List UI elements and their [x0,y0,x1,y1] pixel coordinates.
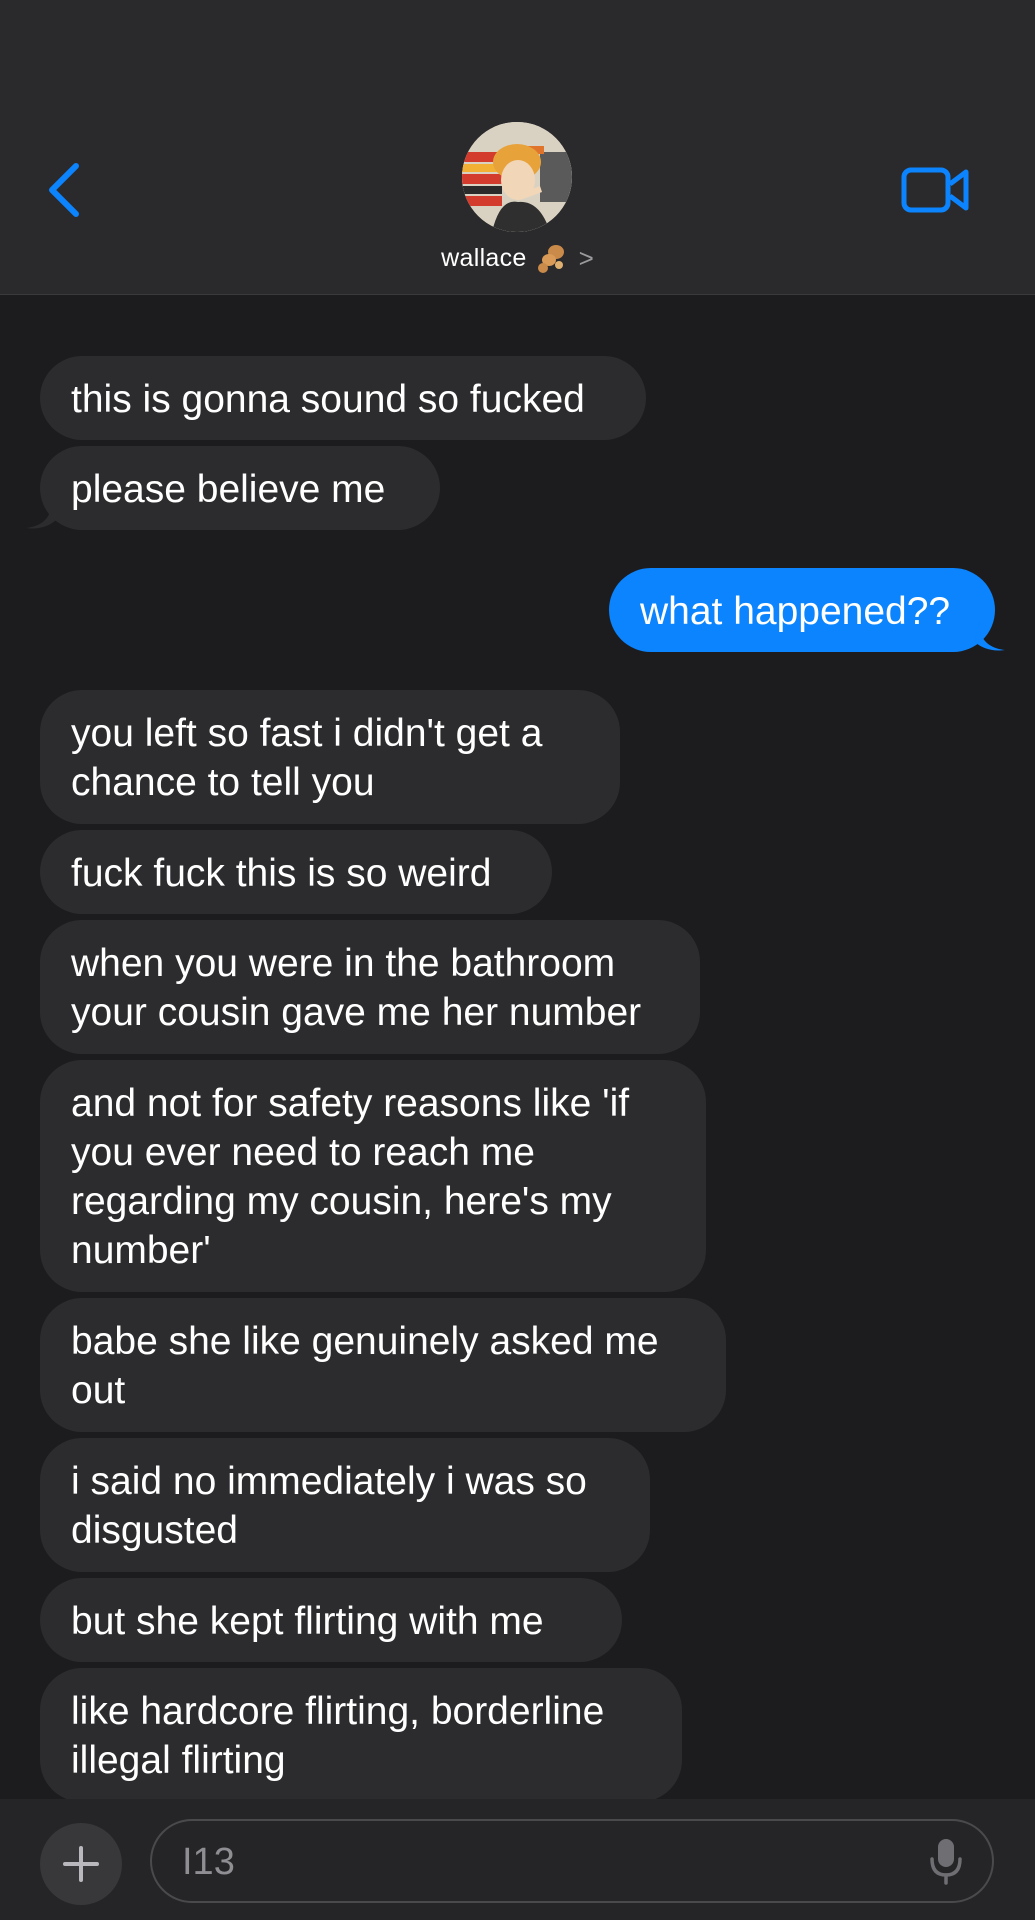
incoming-message[interactable]: please believe me [40,446,440,530]
incoming-message[interactable]: fuck fuck this is so weird [40,830,552,914]
message-input-container [150,1819,994,1903]
avatar-image [462,122,572,232]
message-composer [0,1799,1035,1920]
message-input[interactable] [180,1835,884,1889]
apps-plus-button[interactable] [40,1823,122,1905]
contact-avatar[interactable] [462,122,572,232]
chevron-left-icon [49,163,79,217]
incoming-message[interactable]: like hardcore flirting, borderline illeg… [40,1668,682,1802]
incoming-message[interactable]: babe she like genuinely asked me out [40,1298,726,1432]
incoming-message[interactable]: you left so fast i didn't get a chance t… [40,690,620,824]
incoming-bubble-tail [26,500,56,529]
incoming-message[interactable]: and not for safety reasons like 'if you … [40,1060,706,1292]
back-button[interactable] [44,160,88,220]
incoming-message[interactable]: but she kept flirting with me [40,1578,622,1662]
contact-name: wallace [441,243,527,272]
microphone-icon [930,1839,962,1885]
video-camera-icon [901,167,969,213]
outgoing-message[interactable]: what happened?? [609,568,995,652]
ginger-emoji-icon [537,245,564,273]
dictation-button[interactable] [926,1835,966,1887]
message-thread[interactable]: this is gonna sound so fucked please bel… [0,294,1035,1802]
facetime-video-button[interactable] [900,164,972,216]
incoming-message[interactable]: this is gonna sound so fucked [40,356,646,440]
outgoing-bubble-tail [975,622,1005,651]
incoming-message[interactable]: i said no immediately i was so disgusted [40,1438,650,1572]
contact-details-link[interactable]: wallace > [0,240,1035,276]
incoming-message[interactable]: when you were in the bathroom your cousi… [40,920,700,1054]
contact-chevron: > [578,242,594,273]
plus-icon [63,1846,99,1882]
conversation-header: wallace > [0,0,1035,295]
